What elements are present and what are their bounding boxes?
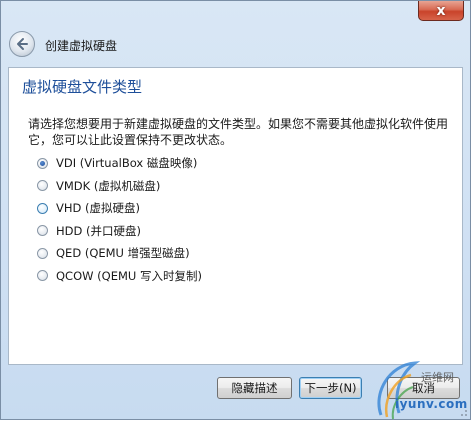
watermark-logo: 运维网 iyunv.com bbox=[371, 353, 471, 421]
dialog-window: x 创建虚拟硬盘 虚拟硬盘文件类型 请选择您想要用于新建虚拟硬盘的文件类型。如果… bbox=[0, 0, 471, 420]
option-vmdk[interactable]: VMDK (虚拟机磁盘) bbox=[37, 175, 202, 198]
wizard-header: 创建虚拟硬盘 bbox=[1, 31, 470, 67]
back-button[interactable] bbox=[9, 31, 35, 57]
radio-button[interactable] bbox=[37, 157, 48, 169]
option-vdi[interactable]: VDI (VirtualBox 磁盘映像) bbox=[37, 152, 202, 175]
close-button[interactable]: x bbox=[418, 1, 464, 21]
option-qcow[interactable]: QCOW (QEMU 写入时复制) bbox=[37, 265, 202, 288]
watermark-brand: 运维网 bbox=[421, 371, 454, 384]
option-label: QCOW (QEMU 写入时复制) bbox=[56, 268, 202, 283]
option-label: VDI (VirtualBox 磁盘映像) bbox=[56, 156, 198, 171]
option-qed[interactable]: QED (QEMU 增强型磁盘) bbox=[37, 242, 202, 265]
radio-button[interactable] bbox=[37, 180, 48, 192]
resize-grip-icon[interactable] bbox=[458, 407, 468, 417]
option-hdd[interactable]: HDD (并口硬盘) bbox=[37, 220, 202, 243]
back-arrow-icon bbox=[17, 38, 28, 50]
option-label: QED (QEMU 增强型磁盘) bbox=[56, 246, 190, 261]
title-bar: x bbox=[1, 1, 470, 31]
option-label: HDD (并口硬盘) bbox=[56, 223, 141, 238]
radio-button[interactable] bbox=[37, 270, 48, 282]
radio-button[interactable] bbox=[37, 247, 48, 259]
option-label: VHD (虚拟硬盘) bbox=[56, 201, 140, 216]
wizard-page: 虚拟硬盘文件类型 请选择您想要用于新建虚拟硬盘的文件类型。如果您不需要其他虚拟化… bbox=[8, 67, 463, 365]
radio-button[interactable] bbox=[37, 202, 48, 214]
page-description: 请选择您想要用于新建虚拟硬盘的文件类型。如果您不需要其他虚拟化软件使用它，您可以… bbox=[28, 117, 449, 147]
option-label: VMDK (虚拟机磁盘) bbox=[56, 178, 161, 193]
wizard-title: 创建虚拟硬盘 bbox=[45, 39, 118, 53]
radio-button[interactable] bbox=[37, 225, 48, 237]
close-icon: x bbox=[436, 3, 446, 19]
watermark-site: iyunv.com bbox=[395, 397, 468, 411]
next-button[interactable]: 下一步(N) bbox=[299, 377, 362, 399]
file-type-options: VDI (VirtualBox 磁盘映像) VMDK (虚拟机磁盘) VHD (… bbox=[37, 152, 202, 287]
hide-description-button[interactable]: 隐藏描述 bbox=[217, 377, 292, 399]
page-title: 虚拟硬盘文件类型 bbox=[22, 78, 143, 96]
option-vhd[interactable]: VHD (虚拟硬盘) bbox=[37, 197, 202, 220]
